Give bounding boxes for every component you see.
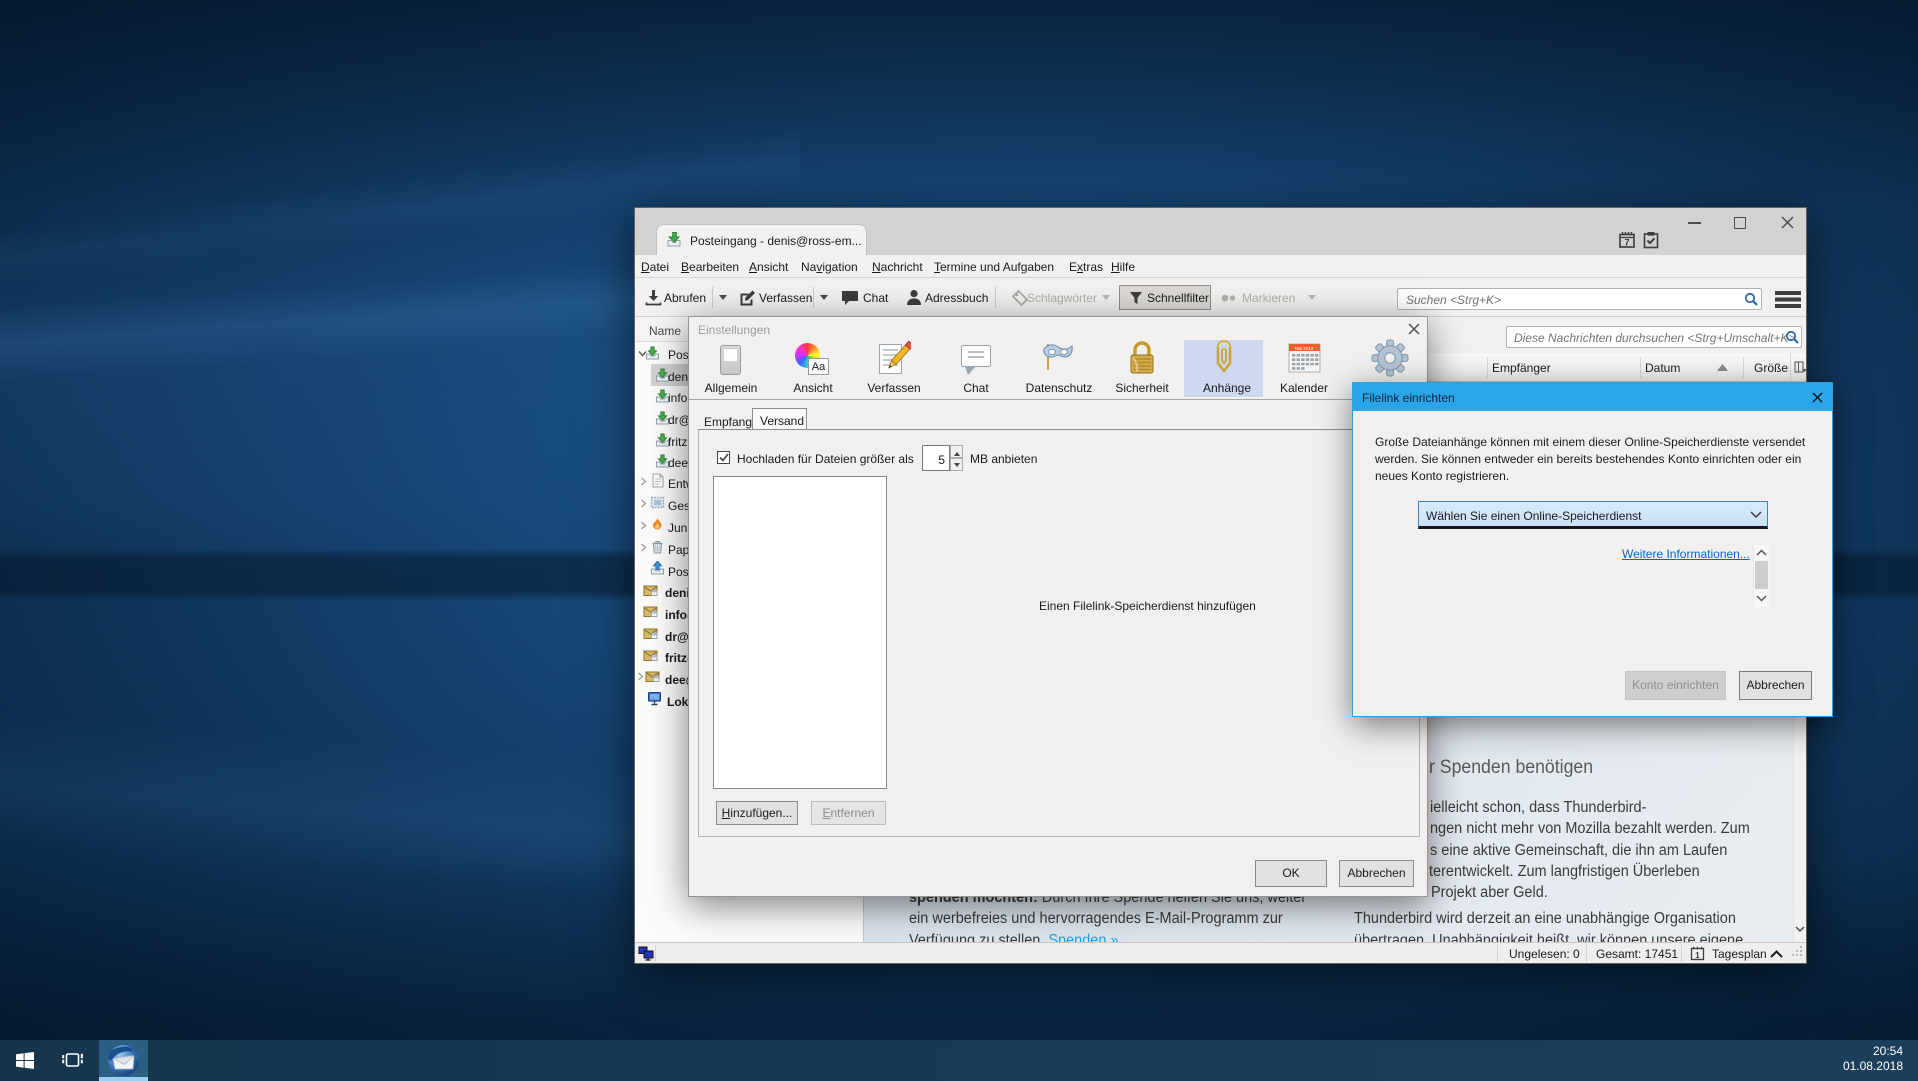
svg-text:7: 7 <box>1624 238 1629 248</box>
svg-text:1: 1 <box>1695 951 1700 960</box>
svg-text:Mai 2013: Mai 2013 <box>1295 346 1314 351</box>
